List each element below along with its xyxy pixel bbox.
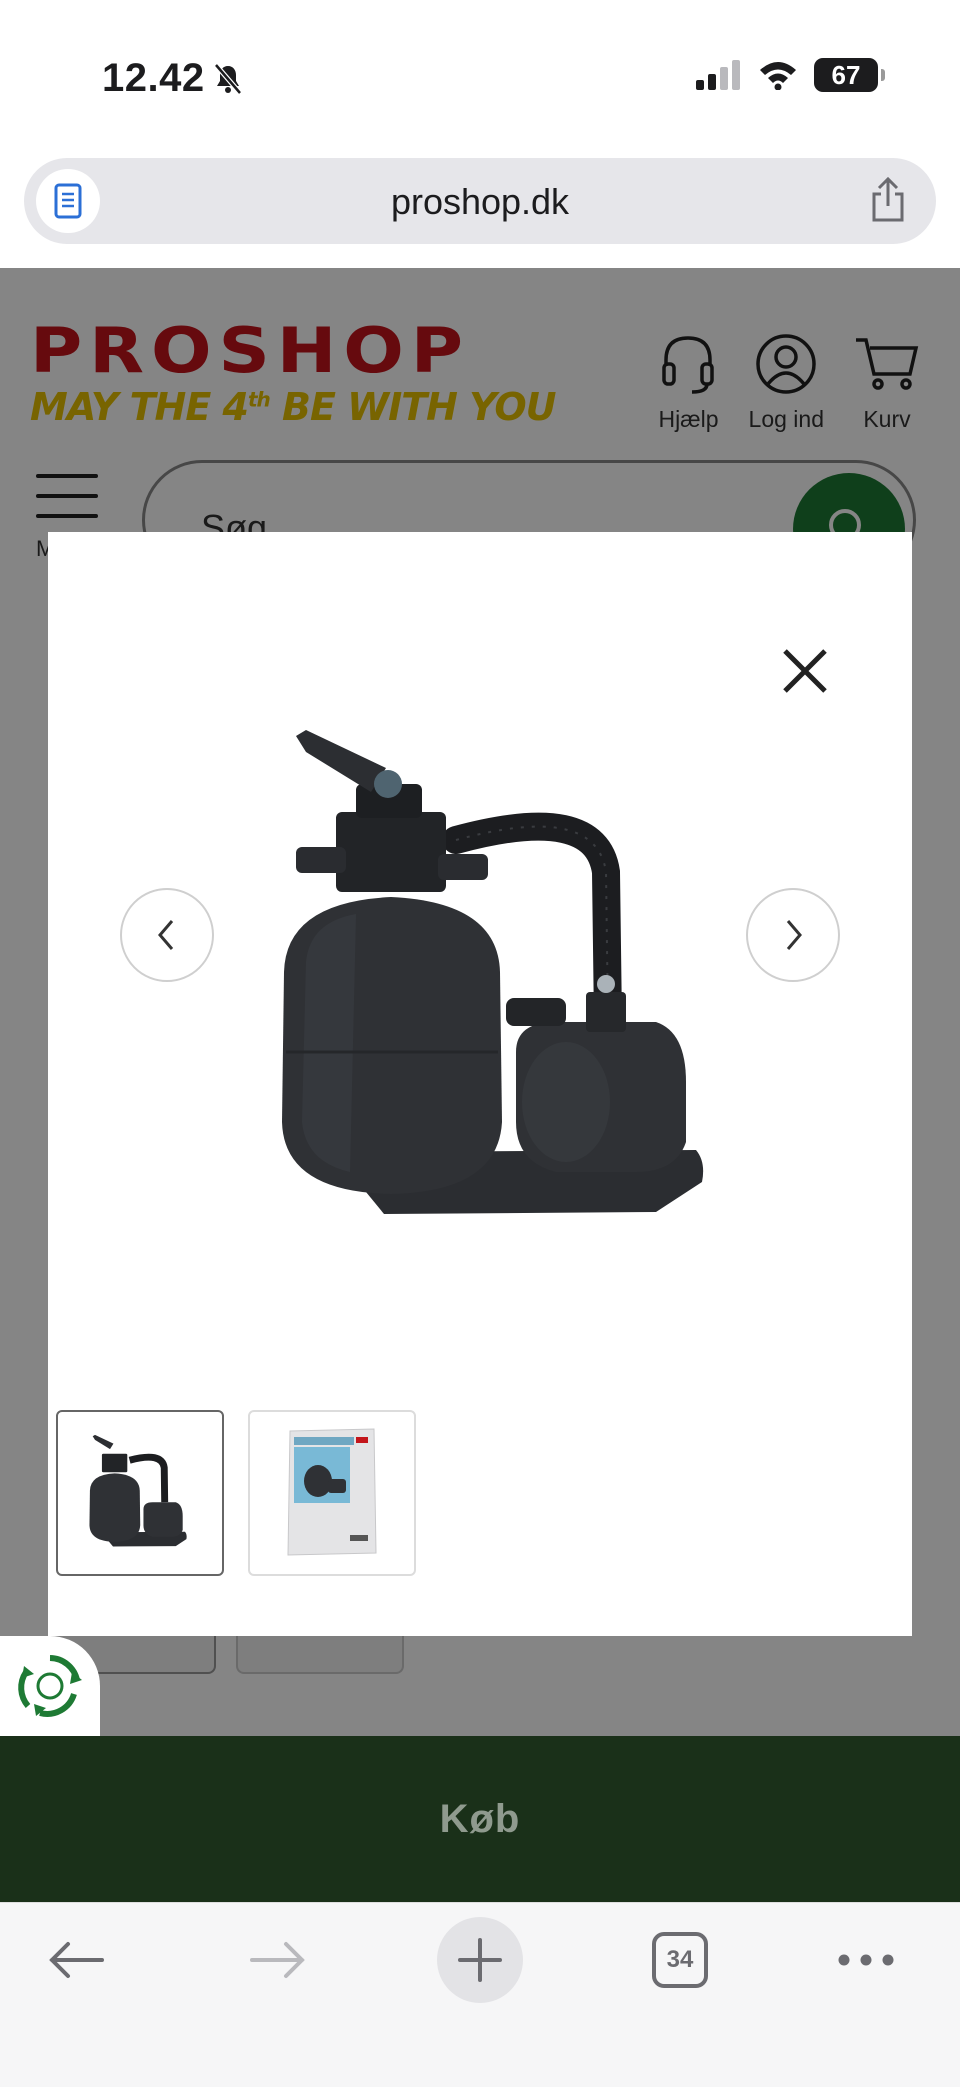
arrow-left-icon xyxy=(49,1942,104,1978)
wifi-icon xyxy=(760,62,796,90)
previous-image-button[interactable] xyxy=(120,888,214,982)
chevron-left-icon xyxy=(158,920,174,950)
signal-icon xyxy=(696,60,740,90)
share-icon xyxy=(872,176,904,222)
battery-indicator: 67 xyxy=(814,58,885,92)
buy-label: Køb xyxy=(439,1796,521,1841)
recycle-icon xyxy=(18,1655,82,1717)
plus-icon xyxy=(458,1938,502,1982)
ellipsis-icon xyxy=(838,1954,894,1966)
image-gallery-modal xyxy=(48,532,912,1636)
buy-button[interactable]: Køb xyxy=(0,1736,960,1902)
bell-muted-icon xyxy=(213,62,242,95)
address-bar[interactable]: proshop.dk xyxy=(24,158,936,244)
eco-badge[interactable] xyxy=(0,1636,100,1736)
tabs-button[interactable]: 34 xyxy=(652,1917,708,2003)
next-image-button[interactable] xyxy=(746,888,840,982)
thumbnail-box-image xyxy=(287,1428,377,1556)
thumbnail-image xyxy=(89,1434,187,1547)
status-time: 12.42 xyxy=(102,56,243,101)
close-icon xyxy=(783,649,827,693)
forward-button[interactable] xyxy=(246,1917,310,2003)
back-button[interactable] xyxy=(44,1917,108,2003)
more-button[interactable] xyxy=(838,1917,894,2003)
status-bar: 12.42 67 xyxy=(0,0,960,150)
tab-count: 34 xyxy=(652,1932,708,1988)
chevron-right-icon xyxy=(786,920,802,950)
new-tab-button[interactable] xyxy=(437,1917,523,2003)
url-text[interactable]: proshop.dk xyxy=(24,181,936,223)
status-indicators: 67 xyxy=(696,58,885,92)
clock: 12.42 xyxy=(102,56,205,100)
close-button[interactable] xyxy=(770,636,840,706)
thumbnail-2[interactable] xyxy=(248,1410,416,1576)
thumbnail-1[interactable] xyxy=(56,1410,224,1576)
browser-toolbar: 34 xyxy=(0,1902,960,2087)
share-button[interactable] xyxy=(868,176,908,229)
arrow-right-icon xyxy=(250,1942,305,1978)
thumbnail-strip xyxy=(56,1410,416,1576)
product-image xyxy=(282,730,704,1214)
